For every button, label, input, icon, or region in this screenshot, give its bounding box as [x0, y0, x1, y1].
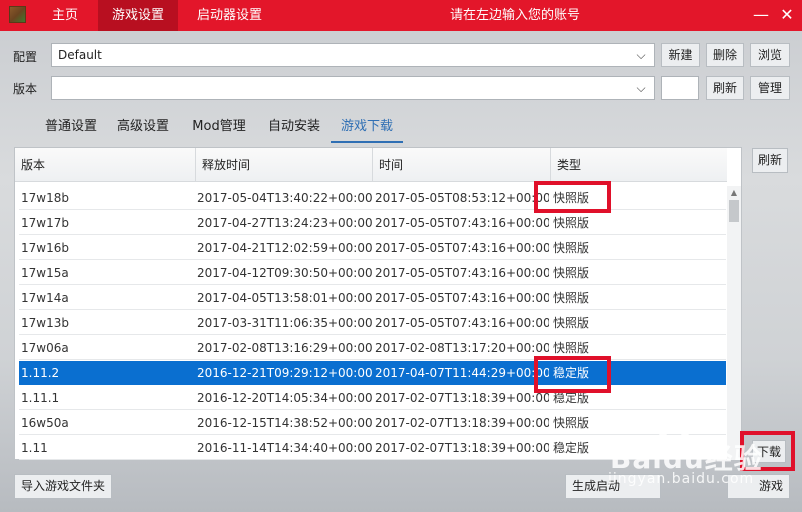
cell-version: 17w14a [21, 291, 69, 305]
table-header: 版本 释放时间 时间 类型 [15, 148, 727, 182]
delete-config-button[interactable]: 删除 [706, 43, 744, 67]
table-row[interactable]: 17w15a 2017-04-12T09:30:50+00:00 2017-05-0… [19, 261, 726, 285]
scrollbar-thumb[interactable] [729, 200, 739, 222]
close-icon[interactable]: ✕ [776, 4, 798, 26]
cell-release-time: 2017-05-04T13:40:22+00:00 [197, 191, 372, 205]
download-list-refresh-button[interactable]: 刷新 [752, 148, 788, 173]
tab-advanced-settings[interactable]: 高级设置 [110, 113, 176, 143]
version-select[interactable]: ⌵ [51, 76, 655, 100]
cell-release-time: 2017-02-08T13:16:29+00:00 [197, 341, 372, 355]
nav-tab-game-settings[interactable]: 游戏设置 [98, 0, 179, 31]
scroll-up-icon[interactable]: ▲ [727, 186, 741, 200]
cell-release-time: 2017-04-05T13:58:01+00:00 [197, 291, 372, 305]
stable-type-highlight-box [534, 356, 611, 393]
cell-time: 2017-05-05T07:43:16+00:00 [375, 316, 549, 330]
version-small-input[interactable] [661, 76, 699, 100]
cell-version: 17w06a [21, 341, 69, 355]
minimize-icon[interactable]: — [750, 4, 772, 26]
cell-type: 快照版 [553, 291, 590, 305]
table-row[interactable]: 1.11.2 2016-12-21T09:29:12+00:00 2017-04-0… [19, 361, 726, 385]
table-row[interactable]: 17w16b 2017-04-21T12:02:59+00:00 2017-05-0… [19, 236, 726, 260]
cell-version: 1.11 [21, 441, 48, 455]
title-bar: 主页 游戏设置 启动器设置 请在左边输入您的账号 — ✕ [0, 0, 802, 31]
cell-version: 17w15a [21, 266, 69, 280]
table-row[interactable]: 1.11.1 2016-12-20T14:05:34+00:00 2017-02-0… [19, 386, 726, 410]
config-select[interactable]: Default ⌵ [51, 43, 655, 67]
cell-version: 17w18b [21, 191, 69, 205]
tab-auto-install[interactable]: 自动安装 [261, 113, 327, 143]
vertical-scrollbar[interactable]: ▲ [727, 186, 741, 460]
cell-version: 17w17b [21, 216, 69, 230]
cell-release-time: 2017-04-12T09:30:50+00:00 [197, 266, 372, 280]
version-table: 版本 释放时间 时间 类型 17w18b 2017-05-04T13:40:22+… [14, 147, 742, 460]
nav-tab-launcher-settings[interactable]: 启动器设置 [183, 0, 276, 31]
cell-release-time: 2017-04-27T13:24:23+00:00 [197, 216, 372, 230]
window-title: 请在左边输入您的账号 [449, 8, 580, 23]
cell-version: 17w16b [21, 241, 69, 255]
import-game-folder-button[interactable]: 导入游戏文件夹 [14, 474, 112, 499]
chevron-down-icon: ⌵ [636, 81, 646, 95]
cell-time: 2017-05-05T07:43:16+00:00 [375, 291, 549, 305]
column-header-time[interactable]: 时间 [372, 148, 550, 182]
table-row[interactable]: 17w14a 2017-04-05T13:58:01+00:00 2017-05-0… [19, 286, 726, 310]
cell-version: 16w50a [21, 416, 69, 430]
cell-release-time: 2017-03-31T11:06:35+00:00 [197, 316, 372, 330]
version-refresh-button[interactable]: 刷新 [706, 76, 744, 100]
column-header-version[interactable]: 版本 [15, 148, 195, 182]
cell-time: 2017-02-08T13:17:20+00:00 [375, 341, 549, 355]
cell-release-time: 2016-12-21T09:29:12+00:00 [197, 366, 372, 380]
cell-time: 2017-05-05T07:43:16+00:00 [375, 216, 549, 230]
cell-release-time: 2017-04-21T12:02:59+00:00 [197, 241, 372, 255]
cell-release-time: 2016-12-15T14:38:52+00:00 [197, 416, 372, 430]
nav-tab-home[interactable]: 主页 [38, 0, 92, 31]
browse-button[interactable]: 浏览 [750, 43, 790, 67]
tab-general-settings[interactable]: 普通设置 [38, 113, 104, 143]
version-label: 版本 [13, 82, 38, 96]
table-row[interactable]: 17w18b 2017-05-04T13:40:22+00:00 2017-05-0… [19, 186, 726, 210]
cell-version: 1.11.1 [21, 391, 60, 405]
watermark-url: jingyan.baidu.com [608, 471, 755, 487]
cell-time: 2017-04-07T11:44:29+00:00 [375, 366, 549, 380]
cell-type: 快照版 [553, 241, 590, 255]
cell-version: 17w13b [21, 316, 69, 330]
cell-type: 快照版 [553, 266, 590, 280]
snapshot-type-highlight-box [534, 181, 611, 213]
config-label: 配置 [13, 50, 38, 64]
new-config-button[interactable]: 新建 [661, 43, 700, 67]
cell-time: 2017-05-05T08:53:12+00:00 [375, 191, 549, 205]
tab-game-download[interactable]: 游戏下载 [331, 113, 403, 143]
cell-time: 2017-05-05T07:43:16+00:00 [375, 241, 549, 255]
table-row[interactable]: 17w17b 2017-04-27T13:24:23+00:00 2017-05-0… [19, 211, 726, 235]
table-body: 17w18b 2017-05-04T13:40:22+00:00 2017-05-0… [15, 186, 726, 460]
cell-time: 2017-02-07T13:18:39+00:00 [375, 391, 549, 405]
tab-mod-management[interactable]: Mod管理 [184, 113, 254, 143]
table-row[interactable]: 17w06a 2017-02-08T13:16:29+00:00 2017-02-0… [19, 336, 726, 360]
column-header-type[interactable]: 类型 [550, 148, 727, 182]
manage-button[interactable]: 管理 [750, 76, 790, 100]
cell-time: 2017-02-07T13:18:39+00:00 [375, 416, 549, 430]
app-icon [9, 6, 26, 23]
baidu-watermark: Baidu经验 jingyan.baidu.com [590, 425, 790, 495]
cell-version: 1.11.2 [21, 366, 60, 380]
cell-time: 2017-05-05T07:43:16+00:00 [375, 266, 549, 280]
cell-release-time: 2016-11-14T14:34:40+00:00 [197, 441, 372, 455]
chevron-down-icon: ⌵ [636, 48, 646, 62]
cell-type: 快照版 [553, 216, 590, 230]
config-value: Default [58, 48, 102, 62]
table-row[interactable]: 17w13b 2017-03-31T11:06:35+00:00 2017-05-0… [19, 311, 726, 335]
cell-time: 2017-02-07T13:18:39+00:00 [375, 441, 549, 455]
cell-release-time: 2016-12-20T14:05:34+00:00 [197, 391, 372, 405]
column-header-release-time[interactable]: 释放时间 [195, 148, 372, 182]
cell-type: 快照版 [553, 316, 590, 330]
